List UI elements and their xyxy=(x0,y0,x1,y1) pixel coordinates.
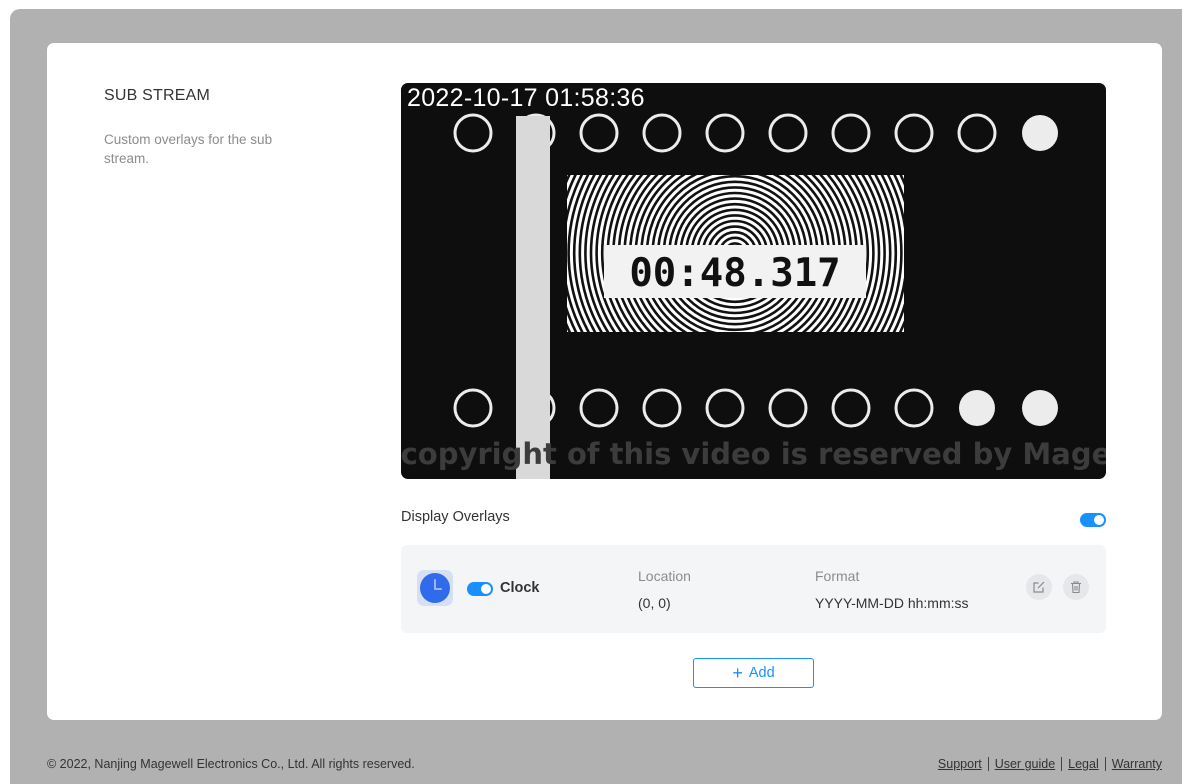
test-circle xyxy=(705,388,745,428)
overlay-enabled-toggle[interactable] xyxy=(467,582,493,596)
copyright-watermark: The copyright of this video is reserved … xyxy=(401,437,1106,471)
test-circle xyxy=(642,113,682,153)
location-label: Location xyxy=(638,568,691,584)
location-value: (0, 0) xyxy=(638,595,671,611)
test-circle xyxy=(959,390,995,426)
display-overlays-label: Display Overlays xyxy=(401,509,510,525)
footer-links: Support User guide Legal Warranty xyxy=(938,757,1162,771)
settings-card: SUB STREAM Custom overlays for the sub s… xyxy=(47,43,1162,720)
test-circle xyxy=(831,113,871,153)
edit-button[interactable] xyxy=(1026,574,1052,600)
footer-copyright: © 2022, Nanjing Magewell Electronics Co.… xyxy=(47,757,415,771)
link-divider xyxy=(1061,757,1063,771)
test-circle xyxy=(579,388,619,428)
test-pattern: 00:48.317 The copyright of this video is… xyxy=(401,113,1106,479)
test-circle xyxy=(957,113,997,153)
add-button-label: Add xyxy=(748,665,775,681)
test-circle xyxy=(1022,115,1058,151)
test-circle xyxy=(1022,390,1058,426)
support-link[interactable]: Support xyxy=(938,757,982,771)
warranty-link[interactable]: Warranty xyxy=(1112,757,1162,771)
test-circle xyxy=(831,388,871,428)
section-title: SUB STREAM xyxy=(104,87,211,104)
edit-icon xyxy=(1033,581,1045,593)
format-value: YYYY-MM-DD hh:mm:ss xyxy=(815,595,969,611)
footer: © 2022, Nanjing Magewell Electronics Co.… xyxy=(47,757,1162,777)
timer-text: 00:48.317 xyxy=(629,251,840,296)
test-circle xyxy=(453,388,493,428)
trash-icon xyxy=(1071,581,1081,594)
test-circle xyxy=(453,113,493,153)
display-overlays-toggle[interactable] xyxy=(1080,513,1106,527)
overlay-item: Clock Location (0, 0) Format YYYY-MM-DD … xyxy=(401,545,1106,633)
link-divider xyxy=(1104,757,1106,771)
add-button[interactable]: + Add xyxy=(693,658,814,688)
overlay-name: Clock xyxy=(500,580,540,596)
format-label: Format xyxy=(815,568,860,584)
plus-icon: + xyxy=(732,663,743,683)
legal-link[interactable]: Legal xyxy=(1068,757,1099,771)
moving-bar xyxy=(516,116,550,479)
user-guide-link[interactable]: User guide xyxy=(995,757,1055,771)
test-circle xyxy=(768,388,808,428)
test-circle xyxy=(705,113,745,153)
test-circle xyxy=(642,388,682,428)
display-overlays-row: Display Overlays xyxy=(401,508,1106,530)
link-divider xyxy=(987,757,989,771)
test-circle xyxy=(768,113,808,153)
delete-button[interactable] xyxy=(1063,574,1089,600)
section-description: Custom overlays for the sub stream. xyxy=(104,132,273,166)
test-circle xyxy=(894,113,934,153)
test-circle xyxy=(894,388,934,428)
clock-icon xyxy=(417,570,453,606)
video-preview: 00:48.317 The copyright of this video is… xyxy=(401,83,1106,479)
test-circle xyxy=(579,113,619,153)
timestamp-overlay: 2022-10-17 01:58:36 xyxy=(407,84,645,112)
